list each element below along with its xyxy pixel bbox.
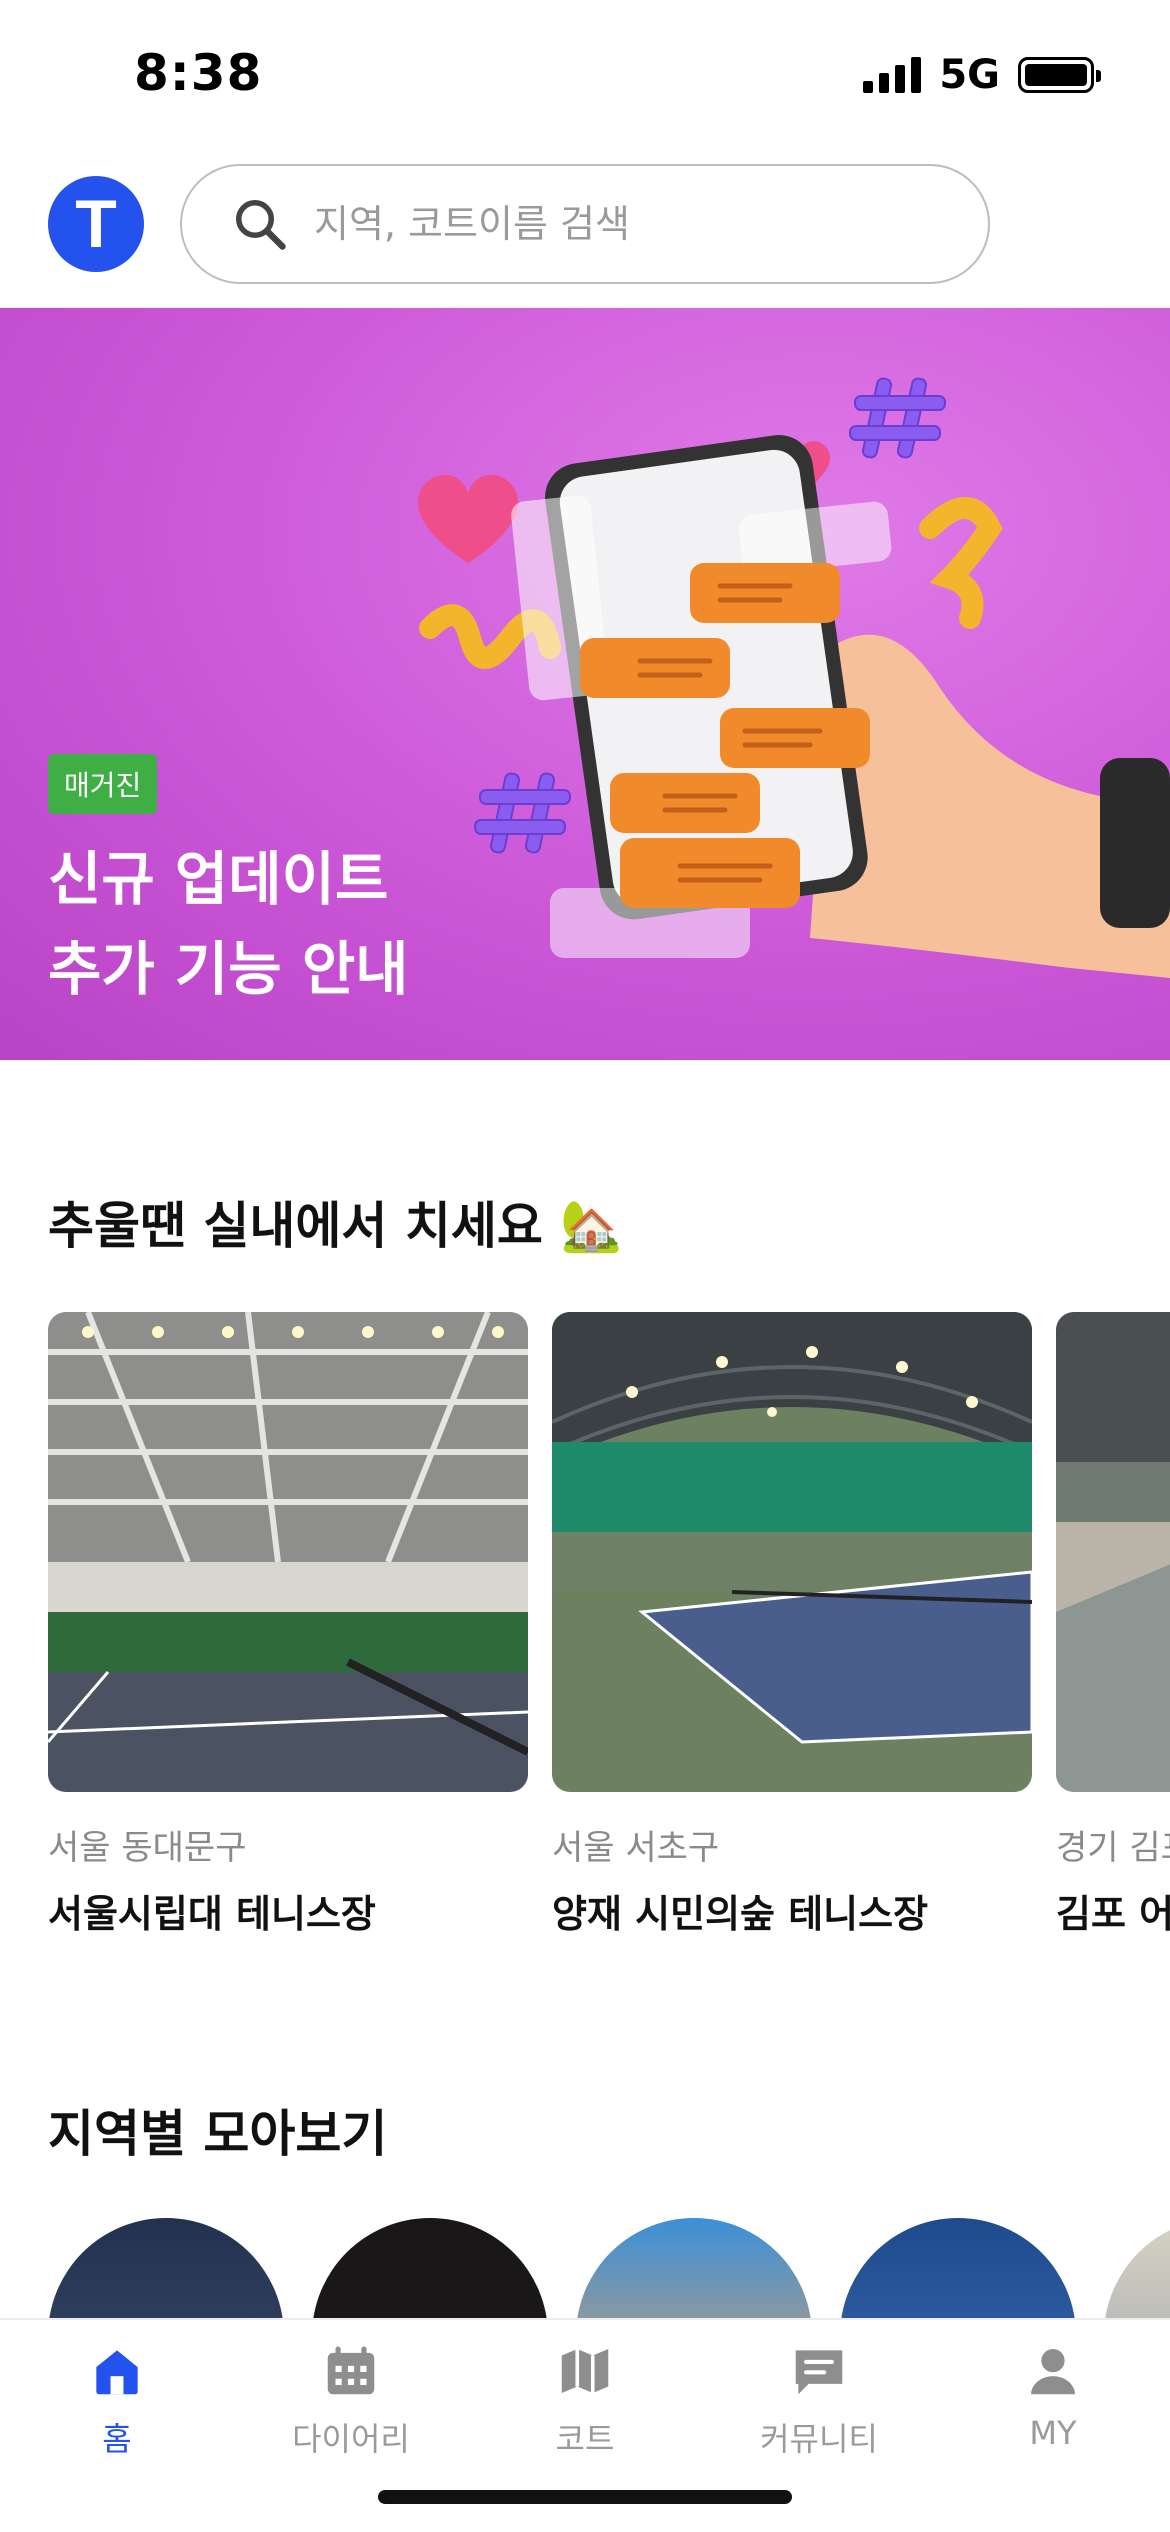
- search-input[interactable]: [314, 202, 914, 246]
- region-carousel[interactable]: [48, 2218, 1170, 2318]
- battery-icon: [1018, 57, 1101, 93]
- tab-label: 코트: [555, 2420, 615, 2458]
- status-bar: 8:38 5G: [0, 0, 1170, 150]
- tab-home[interactable]: 홈: [0, 2340, 234, 2460]
- court-card[interactable]: 서울 동대문구 서울시립대 테니스장: [48, 1312, 528, 1932]
- search-icon: [236, 200, 286, 250]
- court-name: 양재 시민의숲 테니스장: [552, 1892, 929, 1932]
- map-icon: [561, 2349, 609, 2393]
- person-icon: [1031, 2349, 1075, 2395]
- region-section-title: 지역별 모아보기: [48, 2105, 388, 2163]
- status-time: 8:38: [134, 44, 263, 102]
- court-photo: [1056, 1312, 1170, 1792]
- court-region: 서울 서초구: [552, 1828, 720, 1868]
- magazine-banner[interactable]: 매거진 신규 업데이트 추가 기능 안내: [0, 308, 1170, 1060]
- tab-label: MY: [1029, 2414, 1077, 2452]
- tab-label: 홈: [102, 2420, 132, 2458]
- court-photo: [48, 1312, 528, 1792]
- chat-icon: [795, 2350, 843, 2395]
- tab-label: 다이어리: [292, 2420, 410, 2458]
- search-bar[interactable]: [180, 164, 990, 284]
- indoor-court-carousel[interactable]: 서울 동대문구 서울시립대 테니스장 서울 서초구 양재 시민의숲 테니스장 경…: [48, 1312, 1170, 1932]
- home-icon: [96, 2350, 138, 2395]
- court-card[interactable]: 서울 서초구 양재 시민의숲 테니스장: [552, 1312, 1032, 1932]
- banner-illustration: [418, 377, 1170, 978]
- status-icons: 5G: [863, 52, 1101, 98]
- banner-title: 신규 업데이트 추가 기능 안내: [48, 834, 409, 1014]
- banner-title-line2: 추가 기능 안내: [48, 935, 409, 1003]
- home-indicator: [378, 2490, 792, 2504]
- tab-diary[interactable]: 다이어리: [234, 2340, 468, 2460]
- app-logo[interactable]: T: [48, 176, 144, 272]
- region-item[interactable]: [1104, 2218, 1170, 2318]
- tab-label: 커뮤니티: [760, 2420, 878, 2458]
- court-region: 서울 동대문구: [48, 1828, 247, 1868]
- court-card[interactable]: 경기 김포 김포 어: [1056, 1312, 1170, 1932]
- region-item[interactable]: [840, 2218, 1076, 2318]
- region-item[interactable]: [576, 2218, 812, 2318]
- network-label: 5G: [939, 52, 1000, 98]
- court-name: 서울시립대 테니스장: [48, 1892, 376, 1932]
- calendar-icon: [327, 2346, 375, 2395]
- magazine-badge: 매거진: [48, 754, 158, 814]
- court-photo: [552, 1312, 1032, 1792]
- court-region: 경기 김포: [1056, 1828, 1170, 1868]
- court-name: 김포 어: [1056, 1892, 1170, 1932]
- tab-community[interactable]: 커뮤니티: [702, 2340, 936, 2460]
- banner-title-line1: 신규 업데이트: [48, 845, 389, 913]
- tab-my[interactable]: MY: [936, 2340, 1170, 2452]
- region-item[interactable]: [312, 2218, 548, 2318]
- tab-court[interactable]: 코트: [468, 2340, 702, 2460]
- region-item[interactable]: [48, 2218, 284, 2318]
- indoor-section-title: 추울땐 실내에서 치세요 🏡: [48, 1197, 623, 1255]
- signal-icon: [863, 57, 922, 93]
